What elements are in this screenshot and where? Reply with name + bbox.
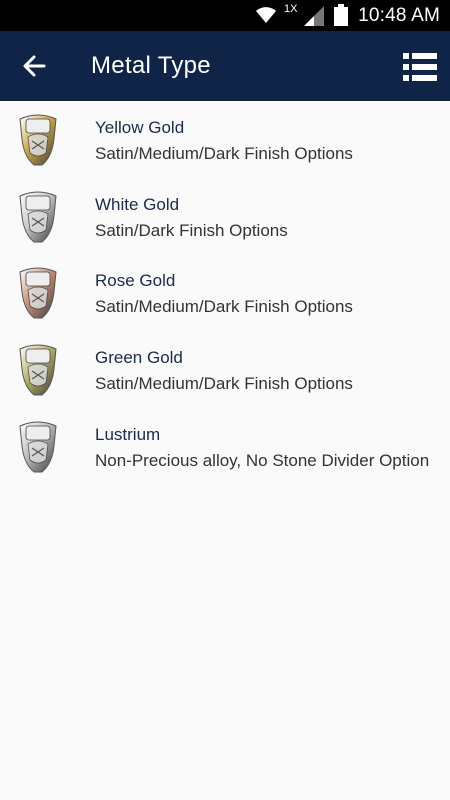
metal-finish-options: Satin/Medium/Dark Finish Options: [95, 374, 353, 394]
metal-list-item[interactable]: Yellow Gold Satin/Medium/Dark Finish Opt…: [0, 101, 450, 178]
metal-type-list: Yellow Gold Satin/Medium/Dark Finish Opt…: [0, 101, 450, 484]
metal-finish-options: Non-Precious alloy, No Stone Divider Opt…: [95, 450, 430, 470]
metal-name: Lustrium: [95, 424, 161, 444]
network-type-label: 1X: [284, 3, 298, 15]
signal-icon: [304, 6, 324, 26]
list-menu-icon: [403, 53, 437, 81]
back-button[interactable]: [14, 46, 54, 86]
ring-thumbnail-icon: [19, 421, 57, 473]
ring-thumbnail-icon: [19, 344, 57, 396]
menu-button[interactable]: [398, 47, 442, 87]
ring-thumbnail-icon: [19, 191, 57, 243]
metal-finish-options: Satin/Dark Finish Options: [95, 220, 288, 240]
status-bar: 1X 10:48 AM: [0, 0, 450, 31]
metal-list-item[interactable]: Rose Gold Satin/Medium/Dark Finish Optio…: [0, 254, 450, 331]
status-time: 10:48 AM: [358, 5, 440, 26]
page-title: Metal Type: [91, 52, 211, 79]
metal-finish-options: Satin/Medium/Dark Finish Options: [95, 297, 353, 317]
metal-name: Green Gold: [95, 348, 183, 368]
metal-list-item[interactable]: Lustrium Non-Precious alloy, No Stone Di…: [0, 408, 450, 485]
metal-finish-options: Satin/Medium/Dark Finish Options: [95, 144, 353, 163]
wifi-icon: [256, 7, 276, 23]
metal-name: White Gold: [95, 194, 180, 214]
app-bar: Metal Type: [0, 31, 450, 101]
metal-list-item[interactable]: White Gold Satin/Dark Finish Options: [0, 178, 450, 255]
ring-thumbnail-icon: [19, 267, 57, 319]
battery-icon: [334, 4, 348, 26]
metal-list-item[interactable]: Green Gold Satin/Medium/Dark Finish Opti…: [0, 331, 450, 408]
metal-name: Rose Gold: [95, 271, 176, 291]
arrow-left-icon: [23, 55, 46, 77]
metal-name: Yellow Gold: [95, 118, 185, 137]
ring-thumbnail-icon: [19, 114, 57, 166]
